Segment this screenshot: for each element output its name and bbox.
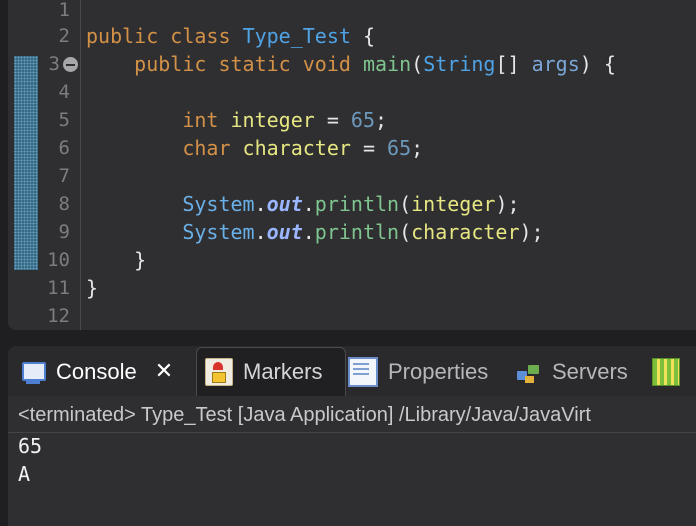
code-line-7[interactable]: 7 [8,162,696,190]
code-text: public class Type_Test { [86,22,375,50]
keyword: int [182,108,219,132]
line-number: 4 [58,81,70,103]
brace: } [134,248,147,272]
fold-collapse-icon[interactable] [63,57,78,72]
keyword: void [302,52,351,76]
method-name: println [314,192,400,216]
console-output-line: A [18,462,31,486]
parameter: args [531,52,580,76]
code-text: } [86,246,146,274]
class-name: System [182,192,255,216]
number-literal: 65 [350,108,376,132]
keyword: public [86,24,159,48]
paren: ( [411,52,424,76]
code-line-5[interactable]: 5 int integer = 65; [8,106,696,134]
code-text: int integer = 65; [86,106,387,134]
line-number: 11 [47,277,70,299]
variable-name: character [242,136,351,160]
code-editor[interactable]: 1 2 public class Type_Test { 3 public st… [8,0,696,330]
keyword: char [182,136,231,160]
properties-icon [348,357,378,387]
line-number: 6 [58,137,70,159]
keyword: static [218,52,291,76]
line-number: 2 [58,25,70,47]
tab-label: Console [56,359,137,384]
paren: ( [399,192,412,216]
argument: integer [411,192,496,216]
line-number: 10 [47,249,70,271]
code-text: } [86,274,98,302]
dot: . [254,192,267,216]
code-line-6[interactable]: 6 char character = 65; [8,134,696,162]
method-name: main [362,52,412,76]
operator: = [314,108,351,132]
view-tab-bar: Console ✕ Markers Properties Servers [8,346,696,396]
code-line-8[interactable]: 8 System.out.println(integer); [8,190,696,218]
keyword: class [170,24,231,48]
class-name: System [182,220,255,244]
divider [8,432,696,433]
code-line-12[interactable]: 12 [8,302,696,330]
console-output-line: 65 [18,434,43,458]
tab-markers[interactable]: Markers [196,347,346,396]
console-panel: Console ✕ Markers Properties Servers <te… [8,346,696,526]
code-text: public static void main(String[] args) { [86,50,616,78]
operator: = [350,136,388,160]
console-icon [20,359,46,385]
tab-label: Markers [243,359,323,384]
semicolon: ; [375,108,388,132]
line-number: 1 [58,0,70,21]
number-literal: 65 [387,136,412,160]
tab-console[interactable]: Console ✕ [20,350,173,394]
paren: ) { [579,52,616,76]
line-number: 7 [58,165,70,187]
array-brackets: [] [495,52,532,76]
code-line-11[interactable]: 11 } [8,274,696,302]
code-line-3[interactable]: 3 public static void main(String[] args)… [8,50,696,78]
static-field: out [266,192,303,216]
console-status: <terminated> Type_Test [Java Application… [18,404,591,426]
dot: . [254,220,267,244]
semicolon: ; [411,136,424,160]
code-line-1[interactable]: 1 [8,0,696,24]
line-number: 5 [58,109,70,131]
paren: ( [399,220,412,244]
line-number: 8 [58,193,70,215]
servers-icon [516,359,542,385]
brace: { [362,24,376,48]
code-line-2[interactable]: 2 public class Type_Test { [8,22,696,50]
tab-properties[interactable]: Properties [348,350,488,394]
paren: ); [495,192,520,216]
tab-label: Properties [388,359,489,384]
markers-icon [205,358,233,386]
static-field: out [266,220,303,244]
dot: . [302,220,315,244]
brace: } [86,276,99,300]
tab-label: Servers [552,359,628,384]
data-source-icon [652,358,680,386]
code-text: char character = 65; [86,134,423,162]
argument: character [411,220,520,244]
tab-servers[interactable]: Servers [516,350,628,394]
keyword: public [134,52,207,76]
type-name: String [423,52,496,76]
paren: ); [519,220,544,244]
code-line-4[interactable]: 4 [8,78,696,106]
method-name: println [314,220,400,244]
dot: . [302,192,315,216]
line-number: 9 [58,221,70,243]
close-tab-icon[interactable]: ✕ [155,361,173,383]
code-line-10[interactable]: 10 } [8,246,696,274]
tab-overflow[interactable] [652,350,690,394]
code-text: System.out.println(character); [86,218,544,246]
code-line-9[interactable]: 9 System.out.println(character); [8,218,696,246]
variable-name: integer [230,108,315,132]
line-number: 3 [48,53,60,75]
code-text: System.out.println(integer); [86,190,520,218]
line-number: 12 [47,305,70,327]
class-name: Type_Test [242,24,351,48]
